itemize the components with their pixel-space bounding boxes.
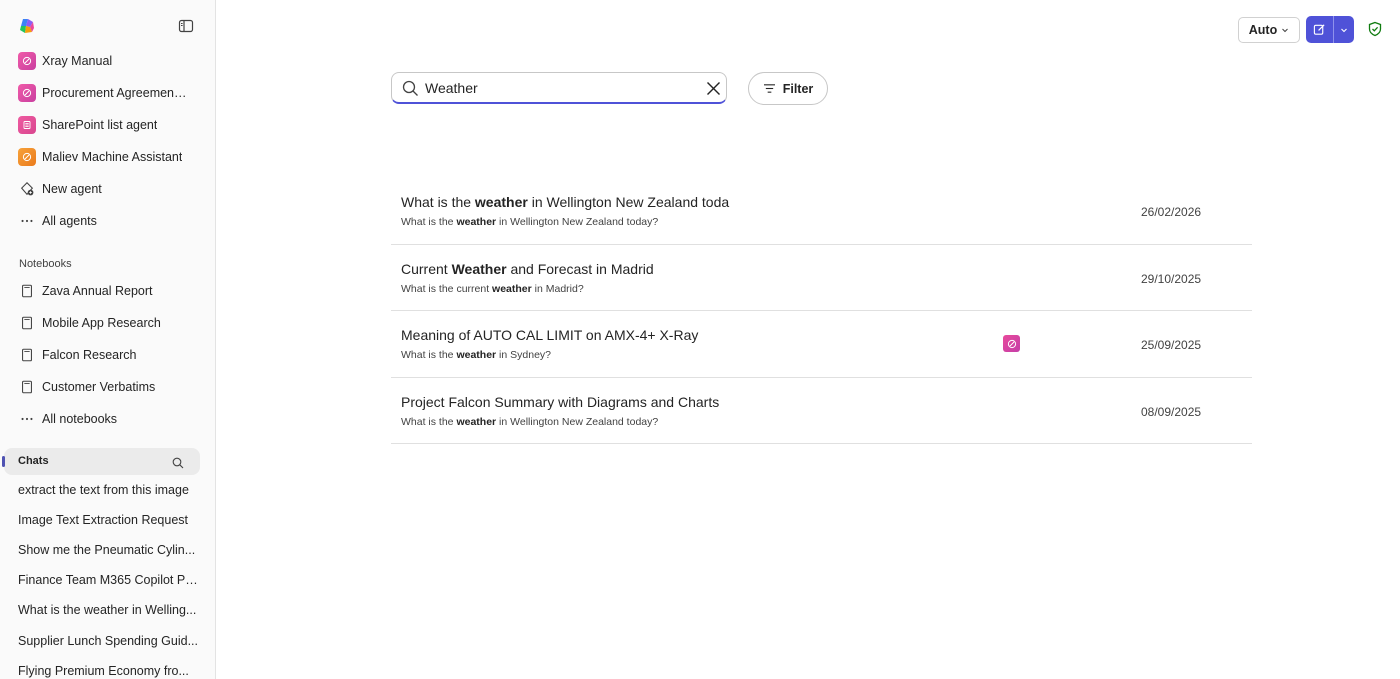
agent-orange-icon [18,148,36,166]
result-snippet: What is the weather in Sydney? [401,349,552,361]
result-title: Meaning of AUTO CAL LIMIT on AMX-4+ X-Ra… [401,327,699,343]
search-chats-icon[interactable] [172,456,184,469]
sidebar-item-xray-manual[interactable]: Xray Manual [18,49,208,73]
filter-button[interactable]: Filter [748,72,828,105]
new-chat-icon[interactable] [1306,16,1333,43]
sidebar-item-all-notebooks[interactable]: All notebooks [18,407,208,431]
result-row[interactable]: Meaning of AUTO CAL LIMIT on AMX-4+ X-Ra… [391,311,1252,378]
new-chat-split-button[interactable] [1306,16,1354,43]
notebook-icon [18,378,36,396]
sidebar-item-label: Xray Manual [42,54,113,68]
chat-item[interactable]: Supplier Lunch Spending Guid... [18,634,198,648]
result-row[interactable]: What is the weather in Wellington New Ze… [391,178,1252,245]
sidebar-item-label: SharePoint list agent [42,118,158,132]
result-date: 25/09/2025 [1141,338,1202,352]
result-snippet: What is the weather in Wellington New Ze… [401,216,659,228]
result-title: Project Falcon Summary with Diagrams and… [401,393,720,410]
sidebar-item-label: Procurement Agreement ... [42,86,187,100]
sidebar-item-falcon-research[interactable]: Falcon Research [18,343,208,367]
sidebar-item-label: Maliev Machine Assistant [42,150,183,164]
sidebar-item-label: Customer Verbatims [42,380,156,394]
sidebar-item-new-agent[interactable]: New agent [18,177,208,201]
mode-label: Auto [1248,23,1278,37]
result-date: 08/09/2025 [1141,404,1202,419]
more-icon [18,212,36,230]
mode-dropdown[interactable]: Auto [1238,17,1300,43]
chat-item[interactable]: Flying Premium Economy fro... [18,664,198,678]
result-row[interactable]: Current Weather and Forecast in Madrid W… [391,245,1252,311]
chat-item[interactable]: Image Text Extraction Request [18,513,198,527]
sidebar-item-maliev-machine-assistant[interactable]: Maliev Machine Assistant [18,145,208,169]
notebooks-section-label: Notebooks [19,258,72,270]
result-title: Current Weather and Forecast in Madrid [401,260,654,277]
sidebar-item-sharepoint-list-agent[interactable]: SharePoint list agent [18,113,208,137]
sidebar-item-label: Zava Annual Report [42,284,153,298]
agent-pink-icon [18,52,36,70]
result-snippet: What is the current weather in Madrid? [401,282,584,295]
chat-item[interactable]: What is the weather in Welling... [18,603,198,617]
sidebar-item-zava-annual-report[interactable]: Zava Annual Report [18,279,208,303]
sidebar-item-label: Falcon Research [42,348,137,362]
copilot-logo-icon[interactable] [18,17,36,35]
agent-pink-icon [18,84,36,102]
chat-item[interactable]: Finance Team M365 Copilot Pr... [18,573,198,587]
more-icon [18,410,36,428]
new-agent-icon [18,180,36,198]
chat-item[interactable]: Show me the Pneumatic Cylin... [18,543,198,557]
sidebar-item-label: Mobile App Research [42,316,161,330]
result-snippet: What is the weather in Wellington New Ze… [401,415,659,428]
search-input[interactable] [425,78,695,98]
filter-icon [763,84,775,93]
chevron-down-icon [1281,23,1289,37]
sidebar-item-label: All notebooks [42,412,118,426]
search-box [391,72,727,104]
collapse-sidebar-icon[interactable] [177,17,195,35]
notebook-icon [18,346,36,364]
sidebar-item-all-agents[interactable]: All agents [18,209,208,233]
sidebar-item-customer-verbatims[interactable]: Customer Verbatims [18,375,208,399]
search-icon [402,80,419,97]
chats-section-label: Chats [18,455,49,467]
chat-item[interactable]: extract the text from this image [18,483,198,497]
sidebar-item-mobile-app-research[interactable]: Mobile App Research [18,311,208,335]
result-date: 26/02/2026 [1141,205,1202,219]
sharepoint-list-icon [18,116,36,134]
chats-section-header[interactable]: Chats [2,448,200,475]
sidebar: Xray Manual Procurement Agreement ... Sh… [0,0,216,679]
shield-check-icon[interactable] [1367,21,1383,37]
result-date: 29/10/2025 [1141,271,1202,286]
selected-indicator [2,456,5,467]
agent-pink-icon [1003,335,1020,352]
search-results-list: What is the weather in Wellington New Ze… [391,178,1252,444]
filter-label: Filter [782,81,814,96]
sidebar-item-label: New agent [42,182,102,196]
sidebar-item-procurement-agreement[interactable]: Procurement Agreement ... [18,81,208,105]
result-row[interactable]: Project Falcon Summary with Diagrams and… [391,378,1252,444]
close-icon[interactable] [706,81,721,96]
chevron-down-icon[interactable] [1334,16,1354,43]
result-title: What is the weather in Wellington New Ze… [401,194,730,210]
notebook-icon [18,314,36,332]
notebook-icon [18,282,36,300]
sidebar-item-label: All agents [42,214,97,228]
